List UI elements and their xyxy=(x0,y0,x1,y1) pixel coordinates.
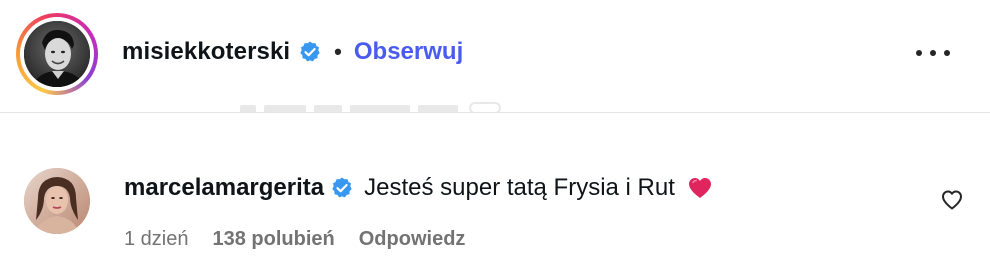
story-ring-inner xyxy=(20,17,94,91)
comment-likes-count[interactable]: 138 polubień xyxy=(213,228,335,251)
post-header: misiekkoterski • Obserwuj xyxy=(0,0,990,113)
heart-outline-icon[interactable] xyxy=(940,188,964,212)
avatar[interactable] xyxy=(24,21,90,87)
comment-body: marcelamargerita Jesteś super tatą Frysi… xyxy=(124,170,713,206)
story-ring[interactable] xyxy=(16,13,98,95)
more-dot xyxy=(930,50,936,56)
header-name-row: misiekkoterski • Obserwuj xyxy=(122,34,463,70)
verified-badge-icon xyxy=(330,176,354,200)
comment-text: Jesteś super tatą Frysia i Rut xyxy=(364,174,675,201)
reply-button[interactable]: Odpowiedz xyxy=(359,228,466,251)
separator-dot: • xyxy=(334,39,342,64)
follow-button[interactable]: Obserwuj xyxy=(354,38,463,66)
instagram-post-comments: misiekkoterski • Obserwuj marcelamargeri… xyxy=(0,0,990,278)
post-author-username[interactable]: misiekkoterski xyxy=(122,38,290,66)
comment-meta: 1 dzień 138 polubień Odpowiedz xyxy=(124,224,465,254)
commenter-username[interactable]: marcelamargerita xyxy=(124,174,324,202)
commenter-portrait-icon xyxy=(24,168,90,234)
scrolled-text-fragment xyxy=(240,100,540,112)
commenter-avatar[interactable] xyxy=(24,168,90,234)
more-options-icon[interactable] xyxy=(916,40,950,66)
verified-badge-icon xyxy=(298,40,322,64)
red-heart-icon xyxy=(687,176,713,200)
avatar-portrait-icon xyxy=(24,21,90,87)
more-dot xyxy=(944,50,950,56)
more-dot xyxy=(916,50,922,56)
comment-timestamp[interactable]: 1 dzień xyxy=(124,228,189,251)
